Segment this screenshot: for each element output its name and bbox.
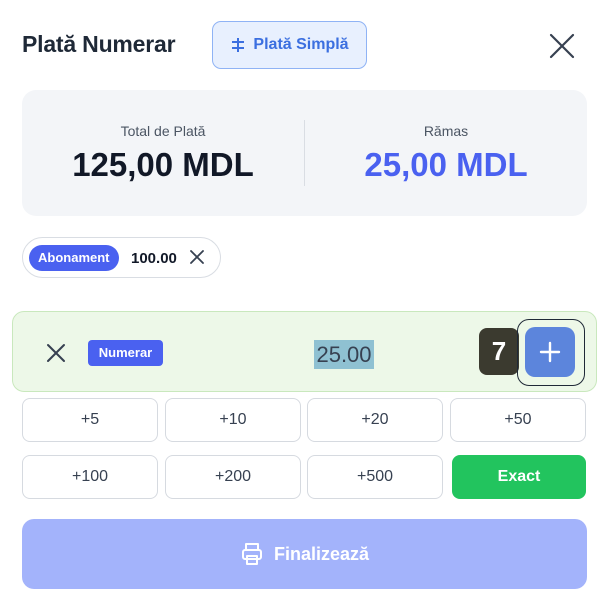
remaining-label: Rămas — [423, 123, 469, 139]
remove-payment-icon[interactable] — [46, 343, 66, 363]
quick-amount-button[interactable]: +10 — [165, 398, 301, 442]
split-icon — [232, 38, 245, 52]
payment-amount-input[interactable]: 25.00 — [314, 340, 374, 369]
total-label: Total de Plată — [120, 123, 206, 139]
quick-amount-button[interactable]: +20 — [307, 398, 443, 442]
exact-amount-button[interactable]: Exact — [452, 455, 586, 499]
step-marker: 7 — [479, 328, 519, 375]
summary-divider — [304, 120, 305, 186]
subscription-badge: Abonament — [29, 245, 119, 271]
quick-amount-button[interactable]: +50 — [450, 398, 586, 442]
remaining-section: Rămas 25,00 MDL — [305, 90, 587, 216]
subscription-amount: 100.00 — [131, 250, 177, 267]
finalize-label: Finalizează — [273, 543, 370, 564]
total-value: 125,00 MDL — [72, 146, 254, 183]
payment-method-badge: Numerar — [88, 340, 163, 366]
quick-amount-button[interactable]: +100 — [22, 455, 158, 499]
payment-mode-label: Plată Simplă — [253, 36, 349, 53]
quick-amount-button[interactable]: +500 — [307, 455, 443, 499]
plus-icon — [539, 341, 561, 363]
quick-amount-button[interactable]: +200 — [165, 455, 301, 499]
remaining-value: 25,00 MDL — [364, 146, 528, 183]
payment-mode-button[interactable]: Plată Simplă — [212, 21, 367, 69]
page-title: Plată Numerar — [22, 31, 176, 57]
quick-amount-button[interactable]: +5 — [22, 398, 158, 442]
total-section: Total de Plată 125,00 MDL — [22, 90, 304, 216]
close-icon[interactable] — [547, 31, 577, 61]
printer-icon — [241, 543, 262, 565]
remove-chip-icon[interactable] — [189, 249, 205, 265]
finalize-button[interactable]: Finalizează — [22, 519, 587, 589]
add-payment-button[interactable] — [525, 327, 575, 377]
